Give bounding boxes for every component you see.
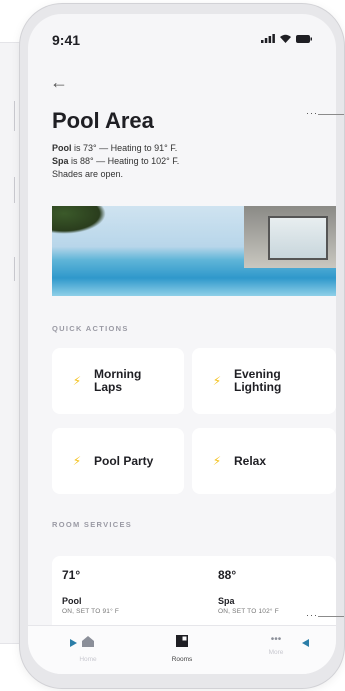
quick-action-evening-lighting[interactable]: ⚡︎ Evening Lighting (192, 348, 336, 414)
service-temp: 71° (62, 568, 81, 582)
tab-home[interactable]: Home (58, 634, 118, 663)
quick-action-label-line2: Laps (94, 380, 123, 394)
home-icon (82, 636, 94, 647)
service-state: ON, SET TO 102° F (218, 608, 279, 615)
pointer-arrow-left-icon (302, 639, 309, 647)
pool-summary-line: Pool is 73° — Heating to 91° F. (52, 142, 179, 155)
room-services-label: ROOM SERVICES (52, 520, 133, 529)
quick-action-label-line1: Evening (234, 367, 281, 381)
status-time: 9:41 (52, 32, 81, 48)
pool-summary-name: Pool (52, 143, 72, 153)
pool-summary-text: is 73° — Heating to 91° F. (71, 143, 178, 153)
tab-more[interactable]: ••• More (246, 634, 306, 656)
bolt-icon: ⚡︎ (212, 454, 222, 468)
callout-line (318, 616, 344, 617)
tab-label: Home (79, 656, 97, 663)
backdrop-tick (14, 101, 15, 131)
status-summary: Pool is 73° — Heating to 91° F. Spa is 8… (52, 142, 179, 181)
bolt-icon: ⚡︎ (72, 374, 82, 388)
service-name: Spa (218, 596, 235, 606)
pool-hero-image (52, 206, 336, 296)
bolt-icon: ⚡︎ (72, 454, 82, 468)
quick-action-label: Evening Lighting (234, 368, 281, 394)
wifi-icon (280, 34, 291, 43)
more-icon: ••• (270, 634, 282, 645)
service-name: Pool (62, 596, 82, 606)
tab-bar: Home Rooms ••• More (28, 625, 336, 674)
spa-summary-line: Spa is 88° — Heating to 102° F. (52, 155, 179, 168)
hero-tree (52, 206, 106, 234)
hero-window (268, 216, 328, 260)
quick-action-label: Relax (234, 453, 267, 468)
quick-action-label-line2: Lighting (234, 380, 282, 394)
pointer-arrow-right-icon (70, 639, 77, 647)
service-pool[interactable]: 71° Pool ON, SET TO 91° F (62, 568, 182, 615)
quick-action-morning-laps[interactable]: ⚡︎ Morning Laps (52, 348, 184, 414)
quick-action-relax[interactable]: ⚡︎ Relax (192, 428, 336, 494)
bolt-icon: ⚡︎ (212, 374, 222, 388)
status-icons (261, 34, 312, 43)
service-spa[interactable]: 88° Spa ON, SET TO 102° F (218, 568, 336, 615)
back-arrow-icon[interactable]: ← (50, 72, 68, 93)
signal-icon (261, 34, 275, 43)
quick-actions-label: QUICK ACTIONS (52, 324, 129, 333)
quick-action-label-line1: Morning (94, 367, 142, 381)
shades-summary-line: Shades are open. (52, 169, 124, 179)
page-title: Pool Area (52, 108, 154, 133)
tab-rooms[interactable]: Rooms (152, 634, 212, 663)
quick-action-label: Pool Party (94, 453, 154, 468)
rooms-icon (176, 635, 188, 647)
spa-summary-name: Spa (52, 156, 69, 166)
callout-dots: ··· (306, 610, 318, 620)
room-services-card: 71° Pool ON, SET TO 91° F 88° Spa ON, SE… (52, 556, 336, 634)
service-temp: 88° (218, 568, 237, 582)
quick-action-label: Morning Laps (94, 368, 141, 394)
spa-summary-text: is 88° — Heating to 102° F. (68, 156, 180, 166)
backdrop-tick (14, 257, 15, 281)
battery-icon (296, 34, 312, 43)
status-bar: 9:41 (28, 14, 336, 58)
quick-action-pool-party[interactable]: ⚡︎ Pool Party (52, 428, 184, 494)
phone-screen: 9:41 ← Pool Area Pool is 73° — Heating t… (28, 14, 336, 674)
callout-dots: ··· (306, 108, 318, 118)
tab-label: Rooms (171, 656, 193, 663)
backdrop-tick (14, 177, 15, 203)
service-state: ON, SET TO 91° F (62, 608, 120, 615)
callout-line (318, 114, 344, 115)
tab-label: More (268, 649, 284, 656)
